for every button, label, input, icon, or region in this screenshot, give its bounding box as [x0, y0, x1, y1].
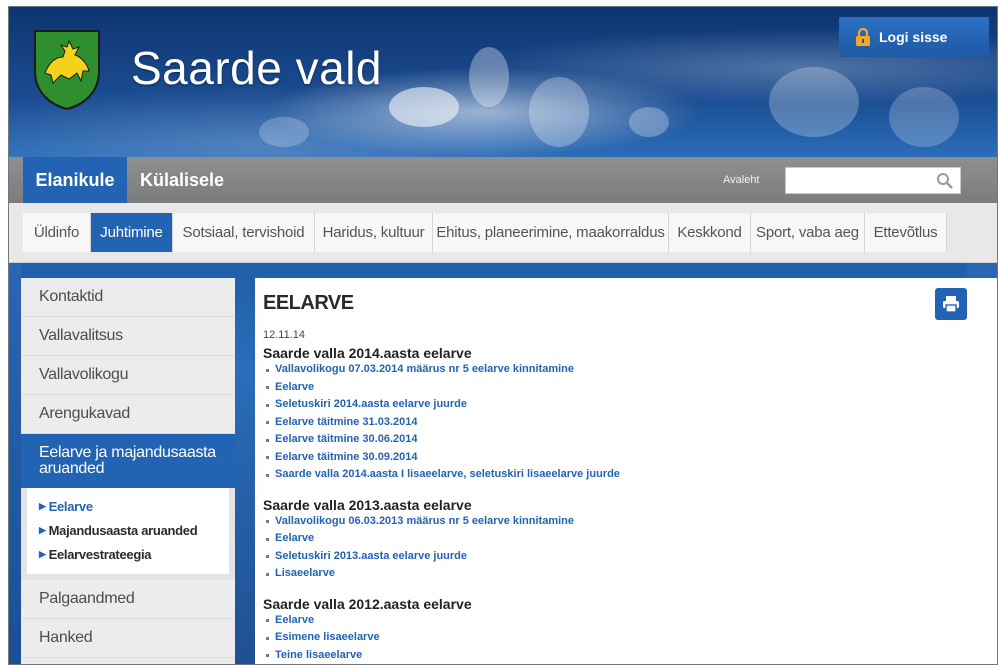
menu-item-haridus[interactable]: Haridus, kultuur — [315, 213, 433, 252]
submenu-item-majandusaasta[interactable]: ▶ Majandusaasta aruanded — [39, 518, 229, 542]
submenu-item-eelarvestrateegia[interactable]: ▶ Eelarvestrateegia — [39, 542, 229, 566]
chevron-right-icon: ▶ — [39, 500, 46, 511]
menu-item-ehitus[interactable]: Ehitus, planeerimine, maakorraldus — [433, 213, 669, 252]
menu-item-uldinfo[interactable]: Üldinfo — [23, 213, 91, 252]
main-content: EELARVE 12.11.14 Saarde valla 2014.aasta… — [255, 278, 997, 665]
sidebar-item-palgaandmed[interactable]: Palgaandmed — [21, 580, 235, 619]
sidebar-item-eelarve-aruanded[interactable]: Eelarve ja majandusaasta aruanded — [21, 434, 235, 488]
sidebar-item-vallavolikogu[interactable]: Vallavolikogu — [21, 356, 235, 395]
tab-elanikule[interactable]: Elanikule — [23, 157, 127, 203]
login-label: Logi sisse — [879, 29, 948, 45]
main-menu: Üldinfo Juhtimine Sotsiaal, tervishoid H… — [9, 203, 997, 263]
document-link[interactable]: Eelarve täitmine 31.03.2014 — [263, 414, 997, 432]
sidebar: Kontaktid Vallavalitsus Vallavolikogu Ar… — [21, 278, 235, 664]
section-heading-2014: Saarde valla 2014.aasta eelarve — [263, 345, 472, 361]
document-link[interactable]: Esimene lisaeelarve — [263, 629, 997, 647]
document-link[interactable]: Eelarve — [263, 379, 997, 397]
sidebar-item-arengukavad[interactable]: Arengukavad — [21, 395, 235, 434]
submenu-label: Eelarvestrateegia — [48, 546, 152, 562]
left-decoration — [9, 263, 21, 664]
publish-date: 12.11.14 — [263, 329, 306, 341]
browser-frame: Saarde vald Logi sisse Elanikule Külalis… — [8, 6, 998, 665]
print-button[interactable] — [935, 288, 967, 320]
document-link[interactable]: Vallavolikogu 07.03.2014 määrus nr 5 eel… — [263, 361, 997, 379]
document-link[interactable]: Teine lisaeelarve — [263, 647, 997, 665]
menu-item-keskkond[interactable]: Keskkond — [669, 213, 751, 252]
chevron-right-icon: ▶ — [39, 524, 46, 535]
print-icon — [943, 296, 959, 313]
submenu-label: Eelarve — [48, 498, 93, 514]
document-link[interactable]: Eelarve täitmine 30.09.2014 — [263, 449, 997, 467]
site-title[interactable]: Saarde vald — [131, 41, 382, 95]
sidebar-item-kontaktid[interactable]: Kontaktid — [21, 278, 235, 317]
menu-item-ettevotlus[interactable]: Ettevõtlus — [865, 213, 947, 252]
page-title: EELARVE — [263, 292, 354, 314]
document-link[interactable]: Eelarve — [263, 530, 997, 548]
menu-item-sport[interactable]: Sport, vaba aeg — [751, 213, 865, 252]
document-link[interactable]: Seletuskiri 2014.aasta eelarve juurde — [263, 396, 997, 414]
document-link[interactable]: Seletuskiri 2013.aasta eelarve juurde — [263, 548, 997, 566]
login-button[interactable]: Logi sisse — [839, 17, 989, 57]
tab-kulalisele[interactable]: Külalisele — [127, 157, 237, 203]
document-link[interactable]: Lisaeelarve — [263, 565, 997, 583]
submenu-item-eelarve[interactable]: ▶ Eelarve — [39, 494, 229, 518]
section-heading-2012: Saarde valla 2012.aasta eelarve — [263, 595, 472, 612]
link-list-2013: Vallavolikogu 06.03.2013 määrus nr 5 eel… — [263, 513, 997, 583]
audience-tabbar: Elanikule Külalisele Avaleht — [9, 157, 997, 203]
search-icon[interactable] — [936, 172, 954, 190]
section-heading-2013: Saarde valla 2013.aasta eelarve — [263, 496, 472, 513]
sidebar-submenu: ▶ Eelarve ▶ Majandusaasta aruanded ▶ Eelarv… — [21, 488, 235, 580]
sidebar-item-hanked[interactable]: Hanked — [21, 619, 235, 658]
coat-of-arms-icon[interactable] — [31, 27, 103, 111]
chevron-right-icon: ▶ — [39, 548, 46, 559]
document-link[interactable]: Saarde valla 2014.aasta I lisaeelarve, s… — [263, 466, 997, 484]
document-link[interactable]: Eelarve täitmine 30.06.2014 — [263, 431, 997, 449]
document-link[interactable]: Eelarve — [263, 612, 997, 630]
lock-icon — [856, 27, 870, 46]
link-list-2014: Vallavolikogu 07.03.2014 määrus nr 5 eel… — [263, 361, 997, 484]
search-input[interactable] — [786, 168, 960, 193]
header-banner: Saarde vald Logi sisse — [9, 7, 997, 157]
home-link[interactable]: Avaleht — [723, 157, 760, 203]
menu-item-juhtimine[interactable]: Juhtimine — [91, 213, 173, 252]
menu-item-sotsiaal[interactable]: Sotsiaal, tervishoid — [173, 213, 315, 252]
submenu-label: Majandusaasta aruanded — [48, 522, 198, 538]
sidebar-item-vallavalitsus[interactable]: Vallavalitsus — [21, 317, 235, 356]
search-box — [785, 167, 961, 194]
document-link[interactable]: Vallavolikogu 06.03.2013 määrus nr 5 eel… — [263, 513, 997, 531]
link-list-2012: Eelarve Esimene lisaeelarve Teine lisaee… — [263, 612, 997, 665]
